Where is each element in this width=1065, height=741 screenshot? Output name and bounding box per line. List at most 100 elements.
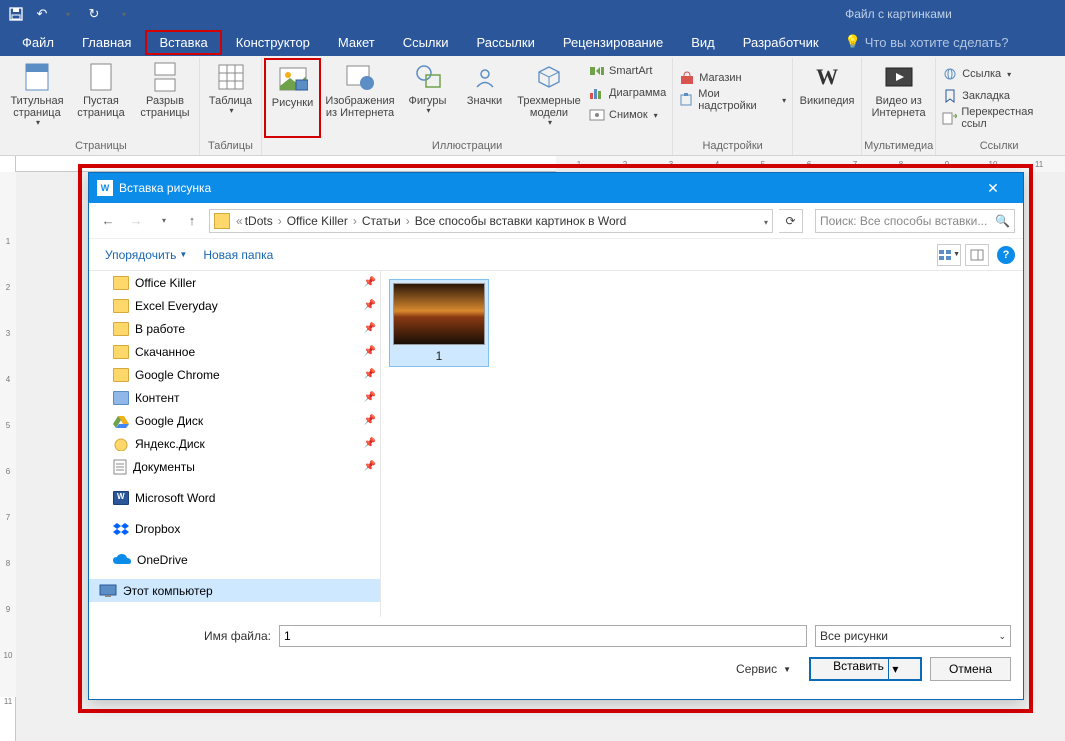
crumb-3[interactable]: Все способы вставки картинок в Word: [415, 214, 627, 228]
shapes-button[interactable]: Фигуры: [399, 58, 456, 138]
insert-button[interactable]: Вставить▾: [809, 657, 922, 681]
tree-item-label: Скачанное: [135, 345, 195, 359]
video-label: Видео из Интернета: [868, 95, 930, 119]
tell-me[interactable]: 💡 Что вы хотите сделать?: [845, 34, 1009, 50]
crumb-1[interactable]: Office Killer: [287, 214, 348, 228]
crumb-dropdown[interactable]: [764, 214, 768, 228]
view-mode-button[interactable]: ▼: [937, 244, 961, 266]
tree-item[interactable]: Microsoft Word: [89, 486, 380, 509]
tree-item[interactable]: В работе📌: [89, 317, 380, 340]
tree-item[interactable]: Office Killer📌: [89, 271, 380, 294]
wikipedia-button[interactable]: WВикипедия: [795, 58, 859, 138]
blank-page-icon: [85, 61, 117, 93]
folder-icon: [214, 213, 230, 229]
file-thumbnail[interactable]: 1: [389, 279, 489, 367]
filename-input[interactable]: [279, 625, 807, 647]
preview-pane-button[interactable]: [965, 244, 989, 266]
blank-page-button[interactable]: Пустая страница: [69, 58, 133, 138]
pin-icon: 📌: [364, 346, 376, 357]
service-button[interactable]: Сервис▼: [736, 662, 791, 676]
smartart-button[interactable]: SmartArt: [589, 61, 666, 81]
tab-view[interactable]: Вид: [677, 30, 729, 55]
pin-icon: 📌: [364, 438, 376, 449]
redo-icon[interactable]: ↻: [82, 3, 106, 25]
document-area: 1234567891011 1234567891011 W Вставка ри…: [0, 156, 1065, 741]
organize-button[interactable]: Упорядочить▼: [97, 244, 195, 266]
tab-design[interactable]: Конструктор: [222, 30, 324, 55]
crumb-0[interactable]: tDots: [245, 214, 273, 228]
icons-button[interactable]: Значки: [456, 58, 513, 138]
group-illustrations: Рисунки Изображения из Интернета Фигуры …: [262, 58, 673, 155]
blank-page-label: Пустая страница: [70, 95, 132, 119]
qat-customize[interactable]: [112, 3, 136, 25]
search-placeholder: Поиск: Все способы вставки...: [820, 214, 987, 228]
tree-item[interactable]: Google Диск📌: [89, 409, 380, 432]
tab-references[interactable]: Ссылки: [389, 30, 463, 55]
tab-file[interactable]: Файл: [8, 30, 68, 55]
forward-button[interactable]: →: [125, 210, 147, 232]
online-video-button[interactable]: Видео из Интернета: [867, 58, 931, 138]
group-media: Видео из Интернета Мультимедиа: [862, 58, 936, 155]
undo-dropdown[interactable]: [56, 3, 80, 25]
recent-button[interactable]: [153, 210, 175, 232]
tree-item[interactable]: Google Chrome📌: [89, 363, 380, 386]
insert-dropdown[interactable]: ▾: [888, 659, 902, 679]
tab-review[interactable]: Рецензирование: [549, 30, 677, 55]
ribbon: Титульная страница Пустая страница Разры…: [0, 56, 1065, 156]
online-pictures-button[interactable]: Изображения из Интернета: [321, 58, 399, 138]
cover-page-button[interactable]: Титульная страница: [5, 58, 69, 138]
screenshot-icon: [589, 108, 605, 122]
help-button[interactable]: ?: [997, 246, 1015, 264]
link-button[interactable]: Ссылка: [942, 64, 1056, 84]
table-button[interactable]: Таблица: [202, 58, 259, 138]
store-icon: [679, 71, 695, 85]
wikipedia-icon: W: [811, 61, 843, 93]
tab-home[interactable]: Главная: [68, 30, 145, 55]
tree-item[interactable]: Контент📌: [89, 386, 380, 409]
tree-item[interactable]: Этот компьютер: [89, 579, 380, 602]
back-button[interactable]: ←: [97, 210, 119, 232]
new-folder-button[interactable]: Новая папка: [195, 244, 281, 266]
tab-developer[interactable]: Разработчик: [729, 30, 833, 55]
bookmark-button[interactable]: Закладка: [942, 86, 1056, 106]
tab-insert[interactable]: Вставка: [145, 30, 221, 55]
tree-item[interactable]: Документы📌: [89, 455, 380, 478]
tab-layout[interactable]: Макет: [324, 30, 389, 55]
tree-item-label: Google Диск: [135, 414, 203, 428]
thumbnail-image: [393, 283, 485, 345]
bookmark-icon: [942, 89, 958, 103]
vertical-ruler: 1234567891011: [0, 156, 16, 741]
up-button[interactable]: ↑: [181, 210, 203, 232]
chart-button[interactable]: Диаграмма: [589, 83, 666, 103]
3d-models-button[interactable]: Трехмерные модели: [513, 58, 585, 138]
tree-item[interactable]: Яндекс.Диск📌: [89, 432, 380, 455]
store-label: Магазин: [699, 72, 741, 84]
pictures-label: Рисунки: [272, 97, 314, 109]
search-input[interactable]: Поиск: Все способы вставки... 🔍: [815, 209, 1015, 233]
refresh-button[interactable]: ⟳: [779, 209, 803, 233]
screenshot-button[interactable]: Снимок: [589, 105, 666, 125]
filetype-filter[interactable]: Все рисунки⌄: [815, 625, 1011, 647]
pictures-icon: [277, 63, 309, 95]
folder-tree[interactable]: Office Killer📌Excel Everyday📌В работе📌Ск…: [89, 271, 381, 617]
store-button[interactable]: Магазин: [679, 68, 786, 88]
close-button[interactable]: ✕: [971, 180, 1015, 197]
tree-item[interactable]: Скачанное 📌: [89, 340, 380, 363]
crossref-button[interactable]: Перекрестная ссыл: [942, 108, 1056, 128]
crumb-2[interactable]: Статьи: [362, 214, 401, 228]
tree-item[interactable]: OneDrive: [89, 548, 380, 571]
tab-mailings[interactable]: Рассылки: [462, 30, 548, 55]
my-addins-button[interactable]: Мои надстройки: [679, 90, 786, 110]
undo-icon[interactable]: ↶: [30, 3, 54, 25]
pin-icon: 📌: [364, 323, 376, 334]
tree-item[interactable]: Excel Everyday📌: [89, 294, 380, 317]
pictures-button[interactable]: Рисунки: [264, 58, 321, 138]
filter-label: Все рисунки: [820, 629, 888, 643]
breadcrumb[interactable]: « tDots Office Killer Статьи Все способы…: [209, 209, 773, 233]
my-addins-label: Мои надстройки: [698, 88, 776, 112]
save-icon[interactable]: [4, 3, 28, 25]
tree-item[interactable]: Dropbox: [89, 517, 380, 540]
cancel-button[interactable]: Отмена: [930, 657, 1011, 681]
file-content-pane[interactable]: 1: [381, 271, 1023, 617]
page-break-button[interactable]: Разрыв страницы: [133, 58, 197, 138]
